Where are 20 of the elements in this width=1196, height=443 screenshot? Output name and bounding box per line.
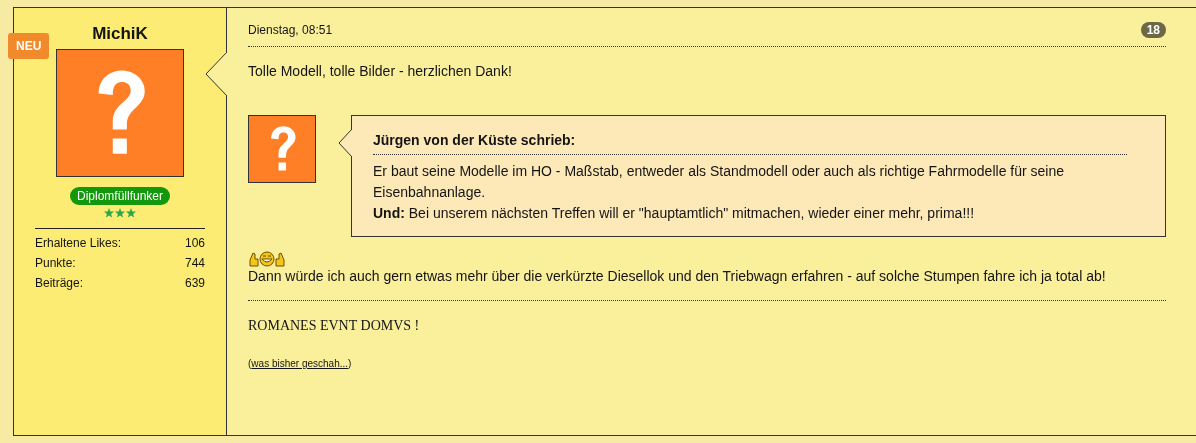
- stat-label: Erhaltene Likes:: [35, 235, 122, 252]
- stat-label: Beiträge:: [35, 275, 84, 292]
- stat-label: Punkte:: [35, 255, 76, 272]
- signature-line: (was bisher geschah...): [248, 358, 353, 369]
- signature-text: ROMANES EVNT DOMVS !: [248, 318, 421, 334]
- post-date: Dienstag, 08:51: [248, 23, 333, 37]
- stat-value: 639: [184, 275, 205, 292]
- quote-author: Jürgen von der Küste schrieb:: [373, 132, 1127, 155]
- smiley-thumbs-up-icon: [248, 251, 286, 267]
- stat-value: 744: [184, 255, 205, 272]
- stat-value: 106: [184, 235, 205, 252]
- new-badge: NEU: [8, 33, 50, 59]
- quote-text: Er baut seine Modelle im HO - Maßstab, entweder als Standmodell oder auch als richtige Fahrmodelle für seine Eisenbahnanlage.: [373, 162, 1065, 202]
- post-text: Tolle Modell, tolle Bilder - herzlichen Dank!: [248, 63, 513, 79]
- post-text: Dann würde ich auch gern etwas mehr über die verkürzte Diesellok und den Triebwagn erfahren - auf solche Stumpen fahre ich ja total ab!: [248, 268, 1107, 284]
- rank-badge: Diplomfüllfunker: [69, 187, 170, 205]
- post-number[interactable]: 18: [1140, 22, 1166, 38]
- author-name[interactable]: MichiK: [92, 24, 148, 44]
- history-link[interactable]: was bisher geschah...: [251, 358, 349, 369]
- quote-text: Und: Bei unserem nächsten Treffen will er "hauptamtlich" mitmachen, wieder einer mehr, prima!!!: [373, 204, 976, 223]
